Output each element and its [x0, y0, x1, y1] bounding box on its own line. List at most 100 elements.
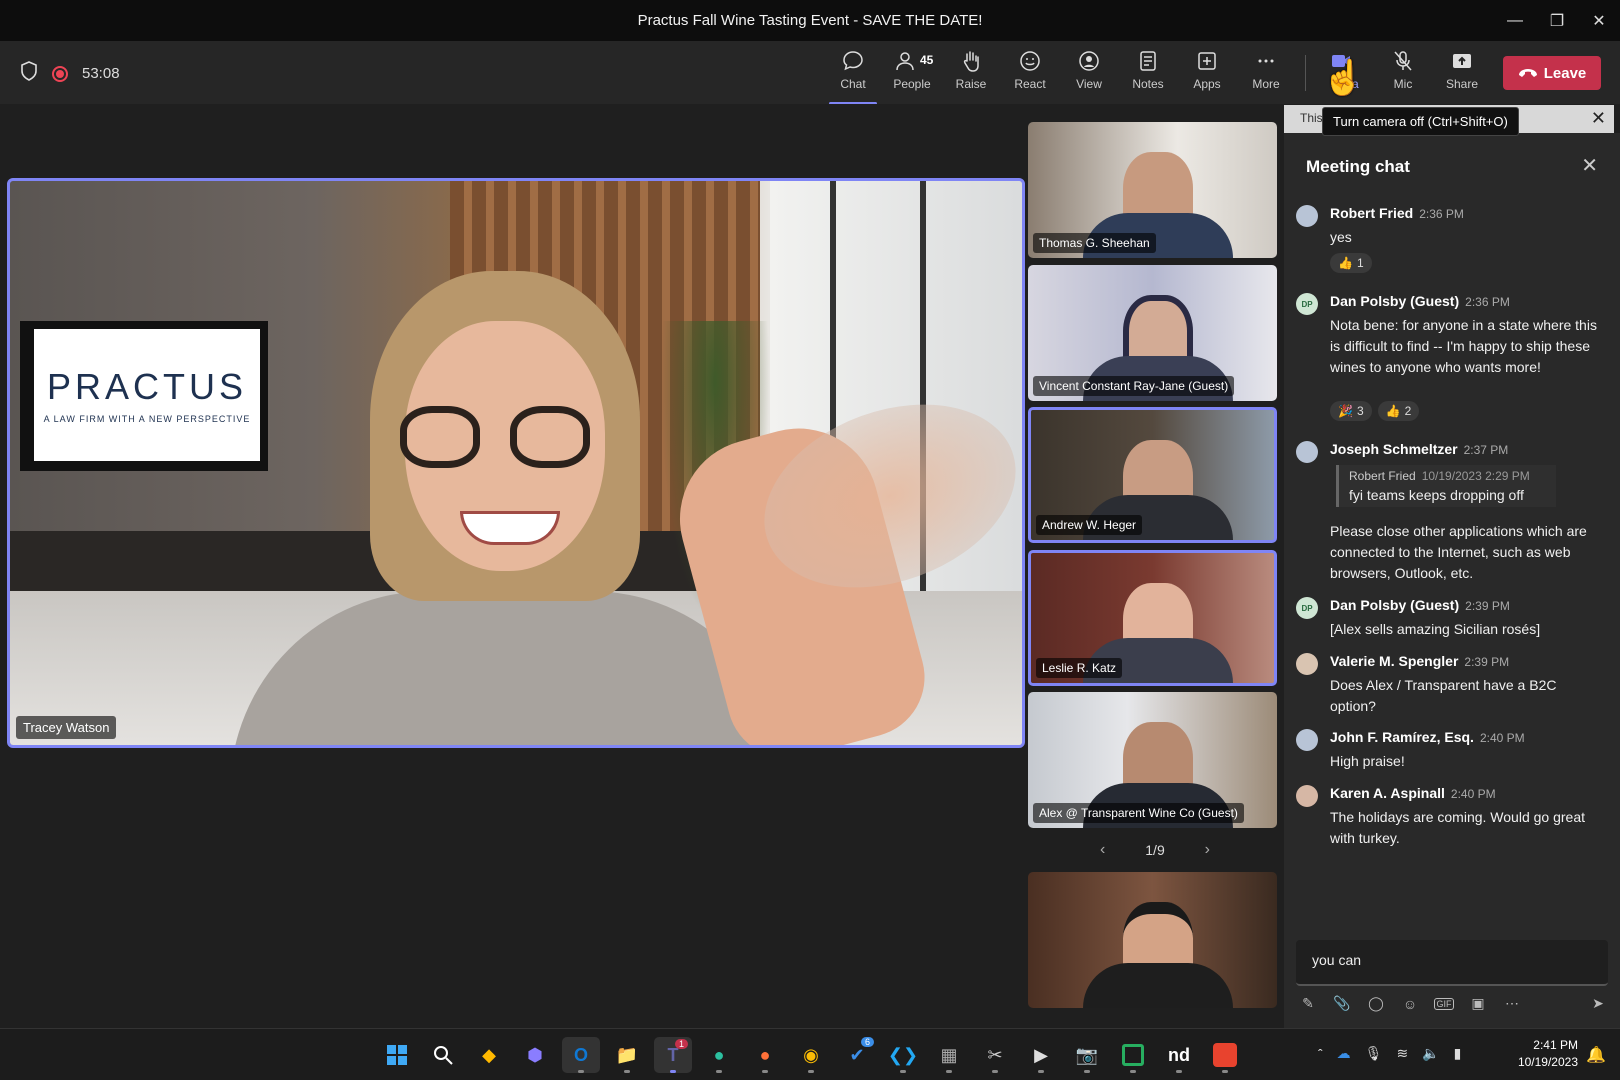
- share-icon: [1453, 54, 1471, 68]
- people-icon: [896, 52, 914, 71]
- main-video-tile[interactable]: PRACTUS A LAW FIRM WITH A NEW PERSPECTIV…: [7, 178, 1025, 748]
- participant-thumbnail[interactable]: Vincent Constant Ray-Jane (Guest): [1028, 265, 1277, 401]
- party-icon: 🎉: [1338, 404, 1353, 418]
- reaction-pill[interactable]: 👍 1: [1330, 253, 1372, 273]
- message-time: 2:39 PM: [1465, 599, 1510, 613]
- view-button[interactable]: View: [1061, 49, 1117, 99]
- quote-time: 10/19/2023 2:29 PM: [1421, 469, 1530, 483]
- system-clock[interactable]: 2:41 PM 10/19/2023: [1518, 1037, 1578, 1071]
- share-button[interactable]: Share: [1434, 49, 1490, 99]
- mic-muted-icon[interactable]: 🎙: [1365, 1045, 1383, 1062]
- snip-icon[interactable]: ✂: [976, 1037, 1014, 1073]
- message-text: High praise!: [1330, 753, 1405, 769]
- participant-thumbnail[interactable]: Leslie R. Katz: [1028, 550, 1277, 686]
- chevron-right-icon[interactable]: ›: [1205, 841, 1210, 859]
- m365-icon[interactable]: ◆: [470, 1037, 508, 1073]
- message-author: Karen A. Aspinall: [1330, 785, 1445, 801]
- chat-compose-input[interactable]: you can: [1296, 940, 1608, 986]
- more-label: More: [1252, 77, 1280, 91]
- shield-icon: [20, 61, 38, 86]
- media-player-icon[interactable]: ▶: [1022, 1037, 1060, 1073]
- mic-button[interactable]: Mic: [1375, 49, 1431, 99]
- app-red-icon[interactable]: [1206, 1037, 1244, 1073]
- message-time: 2:36 PM: [1419, 207, 1464, 221]
- todo-badge: 6: [860, 1037, 874, 1047]
- nd-icon[interactable]: nd: [1160, 1037, 1198, 1073]
- participant-thumbnail[interactable]: Thomas G. Sheehan: [1028, 122, 1277, 258]
- wifi-icon[interactable]: ≋: [1396, 1045, 1408, 1062]
- avatar: DP: [1296, 597, 1318, 619]
- todo-icon[interactable]: ✔ 6: [838, 1037, 876, 1073]
- camera-app-icon[interactable]: 📷: [1068, 1037, 1106, 1073]
- clock-time: 2:41 PM: [1533, 1038, 1578, 1052]
- restore-icon[interactable]: ❐: [1536, 0, 1578, 41]
- quoted-message[interactable]: Robert Fried 10/19/2023 2:29 PM fyi teams…: [1336, 465, 1556, 507]
- teams-badge: 1: [674, 1039, 688, 1049]
- copilot-icon[interactable]: ⬢: [516, 1037, 554, 1073]
- chevron-up-icon[interactable]: ˆ: [1318, 1046, 1323, 1062]
- leave-button[interactable]: Leave: [1503, 56, 1601, 90]
- message-text: Nota bene: for anyone in a state where t…: [1330, 317, 1597, 375]
- more-options-icon[interactable]: ⋯: [1502, 995, 1522, 1012]
- loop-icon[interactable]: ◯: [1366, 995, 1386, 1012]
- participant-name-tag: Tracey Watson: [16, 716, 117, 739]
- reaction-pill[interactable]: 🎉 3: [1330, 401, 1372, 421]
- people-button[interactable]: 45 People: [884, 49, 940, 99]
- emoji-icon[interactable]: ☺: [1400, 996, 1420, 1012]
- view-icon: [1079, 51, 1099, 71]
- apps-button[interactable]: Apps: [1179, 49, 1235, 99]
- teams-icon[interactable]: T1: [654, 1037, 692, 1073]
- participant-name-tag: Alex @ Transparent Wine Co (Guest): [1033, 803, 1244, 823]
- participant-thumbnail[interactable]: [1028, 872, 1277, 1008]
- gif-icon[interactable]: GIF: [1434, 997, 1454, 1010]
- file-explorer-icon[interactable]: 📁: [608, 1037, 646, 1073]
- app-green-icon[interactable]: [1114, 1037, 1152, 1073]
- thumbnail-pager: ‹ 1/9 ›: [1100, 841, 1210, 859]
- compose-toolbar: ✎ 📎 ◯ ☺ GIF ▣ ⋯ ➤: [1298, 995, 1608, 1012]
- message-author: Robert Fried: [1330, 205, 1414, 221]
- notes-label: Notes: [1132, 77, 1164, 91]
- chat-title: Meeting chat: [1306, 157, 1410, 176]
- participant-thumbnail[interactable]: Alex @ Transparent Wine Co (Guest): [1028, 692, 1277, 828]
- battery-icon[interactable]: ▮: [1454, 1045, 1462, 1062]
- raise-hand-button[interactable]: Raise: [943, 49, 999, 99]
- firefox-icon[interactable]: ●: [746, 1037, 784, 1073]
- sticker-icon[interactable]: ▣: [1468, 995, 1488, 1012]
- message-text: yes: [1330, 229, 1352, 245]
- chrome-icon[interactable]: ◉: [792, 1037, 830, 1073]
- title-bar: Practus Fall Wine Tasting Event - SAVE T…: [0, 0, 1620, 41]
- chat-label: Chat: [840, 77, 866, 91]
- meeting-toolbar: 53:08 Chat 45 People Raise React View No…: [0, 41, 1620, 105]
- message-author: Dan Polsby (Guest): [1330, 293, 1460, 309]
- minimize-icon[interactable]: —: [1494, 0, 1536, 41]
- chat-button[interactable]: Chat: [825, 49, 881, 105]
- attach-icon[interactable]: 📎: [1332, 995, 1352, 1012]
- send-icon[interactable]: ➤: [1588, 995, 1608, 1012]
- notification-bell-icon[interactable]: 🔔: [1586, 1045, 1606, 1065]
- reaction-count: 2: [1404, 404, 1412, 418]
- recording-icon: [52, 65, 68, 82]
- taskbar-apps: ◆ ⬢ O 📁 T1 ● ● ◉ ✔ 6 ❮❯ ▦ ✂ ▶ 📷 nd: [378, 1037, 1244, 1073]
- participant-thumbnail[interactable]: Andrew W. Heger: [1028, 407, 1277, 543]
- more-button[interactable]: More: [1238, 49, 1294, 99]
- mic-label: Mic: [1393, 77, 1413, 91]
- close-icon[interactable]: ✕: [1591, 108, 1606, 129]
- format-icon[interactable]: ✎: [1298, 995, 1318, 1012]
- react-button[interactable]: React: [1002, 49, 1058, 99]
- search-icon[interactable]: [424, 1037, 462, 1073]
- notes-button[interactable]: Notes: [1120, 49, 1176, 99]
- reaction-pill[interactable]: 👍 2: [1377, 401, 1420, 421]
- close-icon[interactable]: ✕: [1578, 0, 1620, 41]
- participant-name-tag: Leslie R. Katz: [1036, 658, 1123, 678]
- windows-start-icon[interactable]: [378, 1037, 416, 1073]
- outlook-icon[interactable]: O: [562, 1037, 600, 1073]
- vscode-icon[interactable]: ❮❯: [884, 1037, 922, 1073]
- volume-icon[interactable]: 🔈: [1422, 1045, 1439, 1062]
- edge-icon[interactable]: ●: [700, 1037, 738, 1073]
- app-icon[interactable]: ▦: [930, 1037, 968, 1073]
- close-icon[interactable]: ✕: [1581, 153, 1598, 178]
- quote-text: fyi teams keeps dropping off: [1349, 487, 1524, 503]
- chevron-left-icon[interactable]: ‹: [1100, 841, 1105, 859]
- onedrive-icon[interactable]: ☁: [1337, 1045, 1351, 1062]
- people-label: People: [893, 77, 931, 91]
